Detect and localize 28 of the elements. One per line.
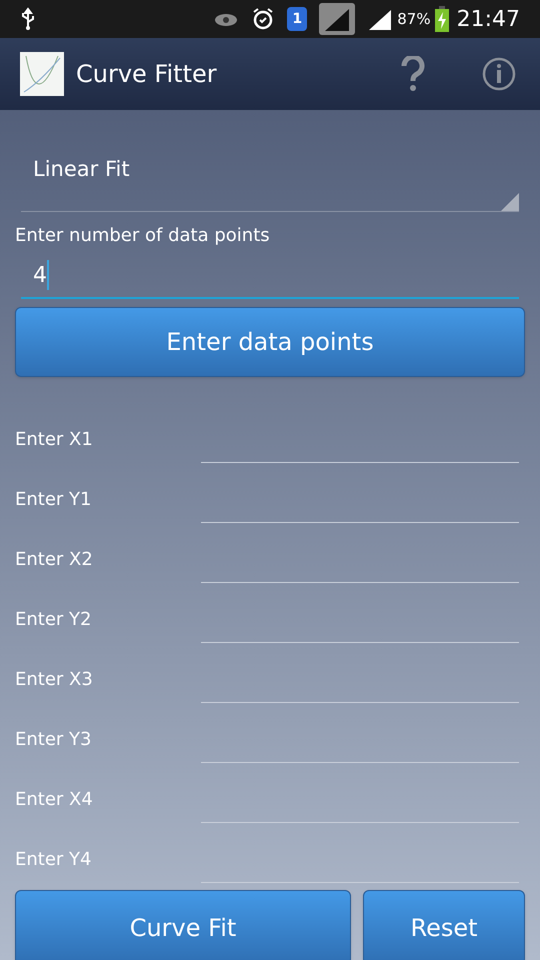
dropdown-corner-icon [501, 193, 519, 211]
app-title: Curve Fitter [76, 59, 217, 90]
point-label: Enter X1 [15, 428, 94, 452]
point-label: Enter Y2 [15, 608, 92, 632]
sim-badge: 1 [287, 7, 308, 31]
reset-button[interactable]: Reset [363, 890, 525, 960]
help-icon[interactable] [400, 56, 426, 92]
alarm-clock-icon [251, 7, 276, 31]
point-label: Enter Y4 [15, 848, 92, 872]
signal-icon [367, 8, 394, 30]
battery-charging-icon [434, 6, 449, 32]
text-cursor [47, 260, 49, 290]
data-points-label: Enter number of data points [15, 224, 271, 248]
curve-fit-button[interactable]: Curve Fit [15, 890, 351, 960]
point-label: Enter X4 [15, 788, 94, 812]
point-label: Enter Y1 [15, 488, 92, 512]
usb-icon [20, 7, 36, 31]
enter-data-points-button[interactable]: Enter data points [15, 307, 525, 377]
point-label: Enter Y3 [15, 728, 92, 752]
signal-icon [319, 3, 356, 35]
data-points-field[interactable]: 4 [21, 253, 519, 299]
info-icon[interactable] [482, 57, 516, 91]
clock-time: 21:47 [456, 6, 520, 34]
point-label: Enter X3 [15, 668, 94, 692]
app-logo-icon [20, 52, 64, 96]
battery-percent: 87% [397, 8, 431, 30]
fit-type-dropdown[interactable]: Linear Fit [21, 140, 519, 212]
point-label: Enter X2 [15, 548, 94, 572]
